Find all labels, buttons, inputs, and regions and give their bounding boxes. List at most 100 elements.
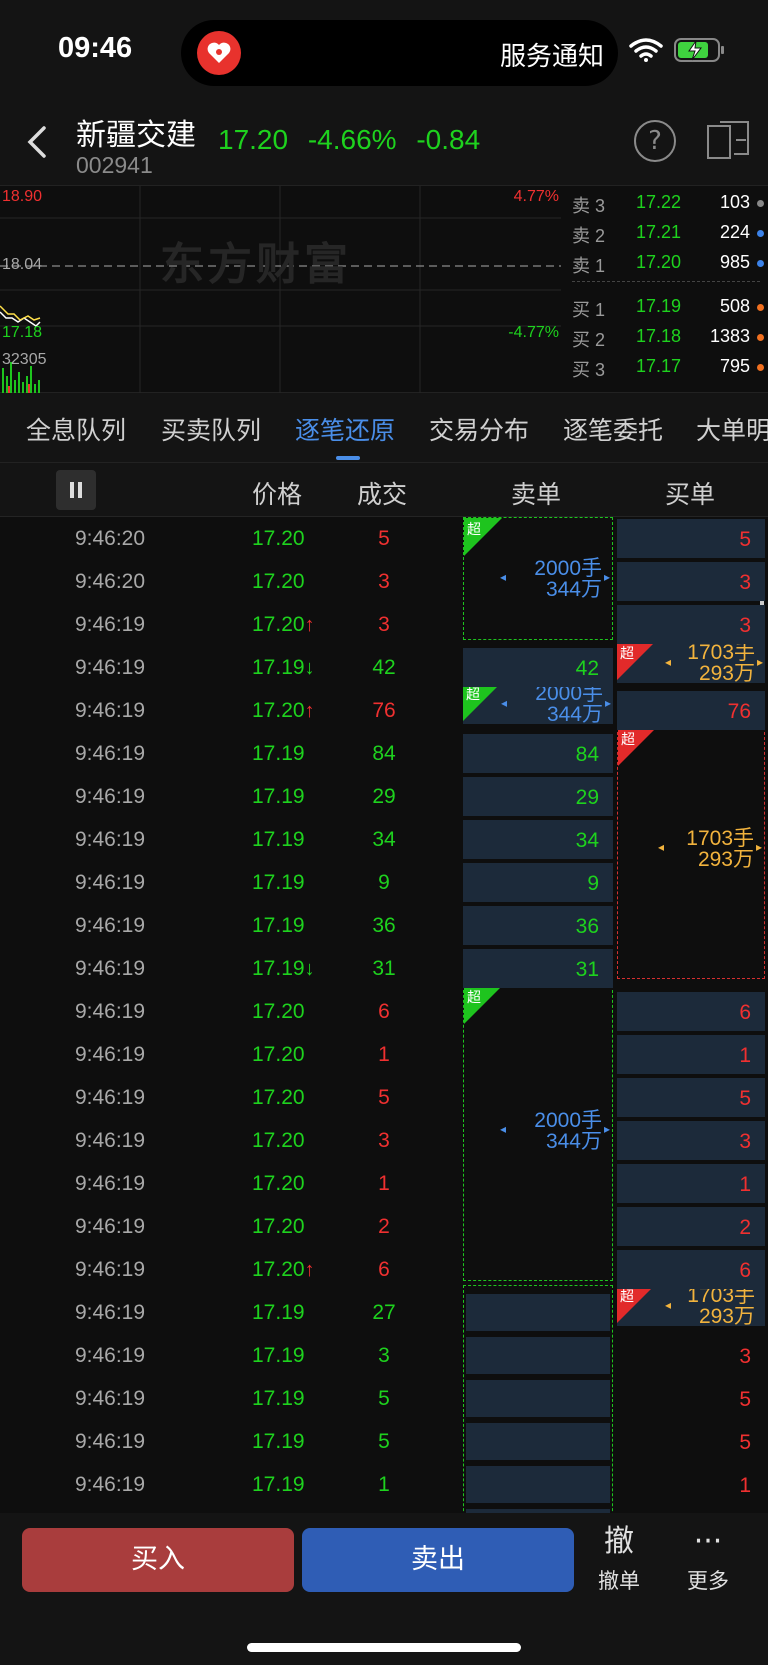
buy-order-cell[interactable]: 3 — [617, 605, 765, 644]
trade-row: 9:46:19 17.19↓ 31 — [0, 947, 460, 990]
order-volume: 29 — [575, 786, 599, 809]
order-volume: 5 — [739, 1087, 751, 1110]
sell-order-cell[interactable]: 42 — [463, 648, 613, 687]
big-buy-order[interactable]: 超 ◂ 1703手 293万 ▸ — [617, 642, 765, 684]
buy-button[interactable]: 买入 — [22, 1528, 294, 1592]
sell-button[interactable]: 卖出 — [302, 1528, 574, 1592]
buy-order-cell[interactable]: 3 — [617, 1121, 765, 1160]
sell-order-cell[interactable]: 29 — [463, 777, 613, 816]
trade-row: 9:46:20 17.20 5 — [0, 517, 460, 560]
big-sell-order[interactable]: 超 ◂ 2000手 344万 ▸ — [463, 985, 613, 1281]
trade-row: 9:46:19 17.19 9 — [0, 861, 460, 904]
tab-trade-distribution[interactable]: 交易分布 — [429, 411, 529, 447]
order-book-volume: 1383 — [709, 326, 750, 346]
super-flag-label: 超 — [466, 686, 480, 702]
buy-order-cell[interactable]: 1 — [617, 1035, 765, 1074]
trade-price: 17.20 — [252, 570, 305, 594]
order-volume: 2 — [739, 1216, 751, 1239]
order-volume: 76 — [727, 700, 751, 723]
col-price: 价格 — [252, 480, 303, 509]
switch-layout-icon[interactable] — [706, 118, 752, 166]
trade-price-value: 17.19 — [252, 957, 305, 980]
trade-volume: 3 — [378, 570, 390, 593]
trade-price-value: 17.19 — [252, 1430, 305, 1453]
sell-order-cell[interactable] — [466, 1294, 610, 1331]
sell-order-cell[interactable]: 9 — [463, 863, 613, 902]
sell-order-cell[interactable] — [466, 1466, 610, 1503]
order-book-price: 17.18 — [636, 326, 682, 346]
tab-tick-restore[interactable]: 逐笔还原 — [295, 411, 395, 447]
pause-icon[interactable] — [56, 470, 96, 510]
buy-order-cell[interactable]: 1 — [617, 1164, 765, 1203]
stock-change-pct: -4.66% — [307, 124, 397, 155]
buy-order-cell[interactable]: 5 — [617, 1078, 765, 1117]
trade-direction-arrow: ↓ — [304, 958, 315, 980]
order-volume: 3 — [739, 1345, 751, 1368]
trade-row: 9:46:19 17.19 27 — [0, 1291, 460, 1334]
caret-left-icon: ◂ — [500, 570, 507, 584]
order-volume: 34 — [575, 829, 599, 852]
tab-tick-orders[interactable]: 逐笔委托 — [563, 411, 663, 447]
trade-price: 17.20 — [252, 527, 305, 551]
order-book: 卖 3 17.22 103 卖 2 17.21 224 卖 1 17.20 985 买 1 17.1… — [564, 186, 768, 394]
big-sell-order[interactable]: 超 ◂ 2000手 344万 ▸ — [463, 683, 613, 726]
tick-list[interactable]: 9:46:1917.19129:46:1917.1919:46:1917.195… — [0, 517, 768, 1513]
tab-large-orders[interactable]: 大单明 — [696, 411, 768, 447]
buy-order-cell[interactable]: 76 — [617, 691, 765, 730]
sell-order-cell[interactable] — [466, 1423, 610, 1460]
help-icon[interactable]: ? — [634, 120, 676, 162]
big-order-amount: 293万 — [697, 848, 754, 871]
caret-left-icon: ◂ — [500, 1122, 507, 1136]
big-buy-order[interactable]: 超 ◂ 1703手 293万 — [617, 1285, 765, 1327]
big-order-amount: 344万 — [546, 703, 603, 726]
trade-time: 9:46:19 — [74, 1086, 146, 1109]
buy-order-value: 5 — [617, 1379, 765, 1418]
sell-order-cell[interactable]: 36 — [463, 906, 613, 945]
back-button[interactable] — [22, 122, 52, 166]
chart-up-pct-label: 4.77% — [513, 188, 559, 205]
trade-volume: 29 — [372, 785, 396, 808]
trade-price-value: 17.20 — [252, 699, 305, 722]
buy-order-cell[interactable]: 6 — [617, 992, 765, 1031]
sell-order-cell[interactable] — [466, 1337, 610, 1374]
sell-order-cell[interactable]: 84 — [463, 734, 613, 773]
order-book-divider — [572, 281, 760, 282]
big-sell-order[interactable]: 超 ◂ 2000手 344万 ▸ — [463, 517, 613, 640]
tab-full-queue[interactable]: 全息队列 — [26, 411, 126, 447]
buy-order-cell[interactable]: 5 — [617, 519, 765, 558]
buy-order-cell[interactable]: 6 — [617, 1250, 765, 1289]
trade-price: 17.19 — [252, 785, 305, 809]
sell-order-cell[interactable]: 31 — [463, 949, 613, 988]
trade-volume: 9 — [378, 871, 390, 894]
more-button[interactable]: ··· 更多 — [673, 1523, 743, 1595]
notice-text: 服务通知 — [499, 42, 604, 72]
big-buy-order[interactable]: 超 ◂ 1703手 293万 ▸ — [617, 727, 765, 979]
home-indicator[interactable] — [247, 1643, 521, 1652]
buy-order-cell[interactable]: 2 — [617, 1207, 765, 1246]
super-flag-label: 超 — [621, 731, 635, 747]
tab-bid-ask-queue[interactable]: 买卖队列 — [161, 411, 261, 447]
order-book-price: 17.22 — [636, 192, 682, 212]
trade-row: 9:46:19 17.20 3 — [0, 1119, 460, 1162]
buy-order-cell[interactable]: 3 — [617, 562, 765, 601]
order-book-volume: 224 — [719, 222, 750, 242]
trade-price-value: 17.20 — [252, 1215, 305, 1238]
big-order-amount: 344万 — [545, 1130, 602, 1153]
trade-price: 17.20↑ — [252, 613, 315, 637]
cancel-order-button[interactable]: 撤 撤单 — [584, 1523, 654, 1595]
cancel-icon: 撤 — [604, 1524, 634, 1559]
trade-time: 9:46:19 — [74, 871, 146, 894]
sell-order-cell[interactable] — [466, 1380, 610, 1417]
sell-order-cell[interactable]: 34 — [463, 820, 613, 859]
order-volume: 6 — [739, 1001, 751, 1024]
order-volume: 1 — [739, 1044, 751, 1067]
caret-left-icon: ◂ — [665, 1298, 672, 1312]
big-order-text: 1703手 293万 — [687, 642, 755, 684]
trade-direction-arrow: ↑ — [304, 614, 315, 636]
trade-price: 17.20 — [252, 1129, 305, 1153]
intraday-mini-chart[interactable]: 东方财富 18.90 18.04 17.18 4.77% -4.77% 3230… — [0, 185, 768, 394]
dynamic-island[interactable]: 服务通知 — [181, 20, 618, 86]
chart-low-label: 17.18 — [2, 324, 43, 341]
trade-row: 9:46:19 17.20 1 — [0, 1033, 460, 1076]
trade-price-value: 17.20 — [252, 1043, 305, 1066]
